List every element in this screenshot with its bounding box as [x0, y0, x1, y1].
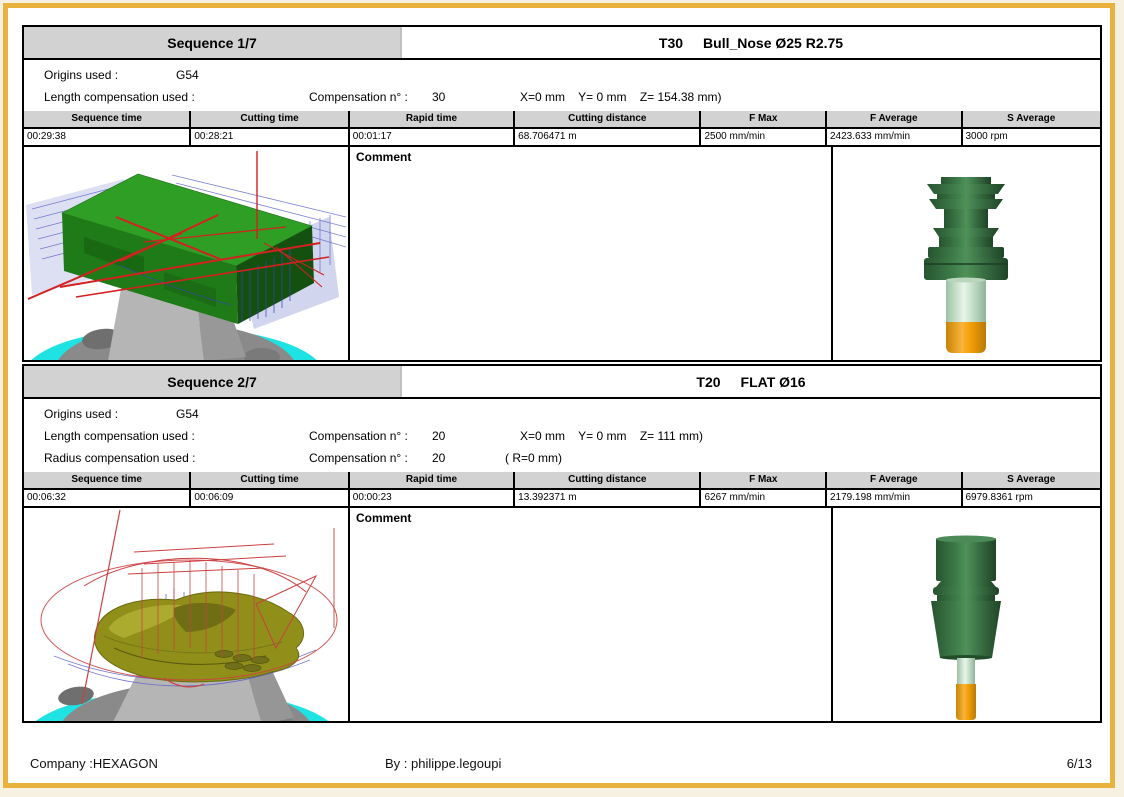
sequence-2-header: Sequence 2/7 T20 FLAT Ø16 [24, 366, 1100, 399]
sequence-1-info: Origins used : G54 Length compensation u… [24, 60, 1100, 111]
col-header: F Max [701, 472, 827, 490]
stat-value: 6979.8361 rpm [963, 490, 1100, 508]
length-compensation-label: Length compensation used : [44, 429, 195, 443]
tool-holder [931, 536, 1001, 661]
col-header: Rapid time [350, 111, 515, 129]
origins-label: Origins used : [44, 407, 118, 421]
stat-value: 3000 rpm [963, 129, 1100, 147]
stat-value: 68.706471 m [515, 129, 701, 147]
sequence-2-stats-values: 00:06:32 00:06:09 00:00:23 13.392371 m 6… [24, 490, 1100, 508]
tool-code: T30 [659, 35, 683, 51]
report-page: Sequence 1/7 T30 Bull_Nose Ø25 R2.75 Ori… [3, 3, 1115, 788]
stat-value: 00:01:17 [350, 129, 515, 147]
sequence-1-section: Sequence 1/7 T30 Bull_Nose Ø25 R2.75 Ori… [22, 25, 1102, 362]
origins-value: G54 [176, 407, 199, 421]
col-header: Cutting distance [515, 472, 701, 490]
sequence-2-tool-cell [833, 508, 1100, 721]
col-header: S Average [963, 111, 1100, 129]
col-header: Cutting distance [515, 111, 701, 129]
tool-code: T20 [696, 374, 720, 390]
tool-coordinates: X=0 mm Y= 0 mm Z= 111 mm) [520, 429, 703, 443]
sequence-2-comment-cell: Comment [350, 508, 833, 721]
footer-page-number: 6/13 [1067, 756, 1092, 771]
footer-company: Company :HEXAGON [30, 756, 158, 771]
stat-value: 6267 mm/min [701, 490, 827, 508]
stat-value: 00:06:32 [24, 490, 191, 508]
stat-value: 2423.633 mm/min [827, 129, 963, 147]
col-header: F Average [827, 111, 963, 129]
col-header: Rapid time [350, 472, 515, 490]
radius-note: ( R=0 mm) [505, 451, 562, 465]
compensation-number-value: 30 [432, 90, 445, 104]
tool-name: Bull_Nose Ø25 R2.75 [703, 35, 843, 51]
stat-value: 00:28:21 [191, 129, 349, 147]
tool-coordinates: X=0 mm Y= 0 mm Z= 154.38 mm) [520, 90, 722, 104]
toolpath-preview-image-2 [24, 508, 346, 721]
col-header: Sequence time [24, 111, 191, 129]
col-header: F Max [701, 111, 827, 129]
compensation-number-value: 20 [432, 429, 445, 443]
origins-value: G54 [176, 68, 199, 82]
compensation-number-label: Compensation n° : [309, 451, 408, 465]
length-compensation-row: Length compensation used : Compensation … [24, 426, 1100, 448]
sequence-1-tool-title: T30 Bull_Nose Ø25 R2.75 [402, 27, 1100, 58]
stat-value: 13.392371 m [515, 490, 701, 508]
compensation-number-label: Compensation n° : [309, 90, 408, 104]
origins-label: Origins used : [44, 68, 118, 82]
sequence-1-stats-values: 00:29:38 00:28:21 00:01:17 68.706471 m 2… [24, 129, 1100, 147]
tool-name: FLAT Ø16 [741, 374, 806, 390]
comment-label: Comment [356, 150, 411, 164]
stat-value: 00:06:09 [191, 490, 349, 508]
sequence-2-section: Sequence 2/7 T20 FLAT Ø16 Origins used :… [22, 364, 1102, 723]
radius-compensation-label: Radius compensation used : [44, 451, 195, 465]
compensation-number-label: Compensation n° : [309, 429, 408, 443]
sequence-2-content: Comment [24, 508, 1100, 721]
sequence-1-header: Sequence 1/7 T30 Bull_Nose Ø25 R2.75 [24, 27, 1100, 60]
tool-render-image-1 [833, 147, 1100, 360]
origins-row: Origins used : G54 [24, 404, 1100, 426]
sequence-1-content: Comment [24, 147, 1100, 360]
sequence-1-preview-cell [24, 147, 350, 360]
sequence-1-title: Sequence 1/7 [24, 27, 402, 58]
comment-label: Comment [356, 511, 411, 525]
tool-tip [946, 322, 986, 353]
origins-row: Origins used : G54 [24, 65, 1100, 87]
sequence-2-stats-headers: Sequence time Cutting time Rapid time Cu… [24, 472, 1100, 490]
sequence-1-comment-cell: Comment [350, 147, 833, 360]
col-header: S Average [963, 472, 1100, 490]
sequence-2-tool-title: T20 FLAT Ø16 [402, 366, 1100, 397]
sequence-1-stats-headers: Sequence time Cutting time Rapid time Cu… [24, 111, 1100, 129]
sequence-2-preview-cell [24, 508, 350, 721]
tool-render-image-2 [833, 508, 1100, 721]
footer-author: By : philippe.legoupi [385, 756, 501, 771]
sequence-1-tool-cell [833, 147, 1100, 360]
col-header: F Average [827, 472, 963, 490]
length-compensation-row: Length compensation used : Compensation … [24, 87, 1100, 109]
sequence-2-title: Sequence 2/7 [24, 366, 402, 397]
tool-holder [924, 177, 1008, 280]
length-compensation-label: Length compensation used : [44, 90, 195, 104]
col-header: Cutting time [191, 472, 349, 490]
stat-value: 00:00:23 [350, 490, 515, 508]
sequence-2-info: Origins used : G54 Length compensation u… [24, 399, 1100, 472]
stat-value: 2500 mm/min [701, 129, 827, 147]
col-header: Cutting time [191, 111, 349, 129]
page-footer: Company :HEXAGON By : philippe.legoupi 6… [8, 750, 1110, 780]
tool-tip [956, 684, 976, 720]
stat-value: 00:29:38 [24, 129, 191, 147]
stat-value: 2179.198 mm/min [827, 490, 963, 508]
radius-compensation-row: Radius compensation used : Compensation … [24, 448, 1100, 470]
tool-shank [957, 658, 975, 684]
col-header: Sequence time [24, 472, 191, 490]
compensation-number-value: 20 [432, 451, 445, 465]
toolpath-preview-image-1 [24, 147, 346, 360]
tool-shank [946, 278, 986, 323]
report-sheet: Sequence 1/7 T30 Bull_Nose Ø25 R2.75 Ori… [0, 0, 1124, 797]
part-model [94, 592, 303, 682]
